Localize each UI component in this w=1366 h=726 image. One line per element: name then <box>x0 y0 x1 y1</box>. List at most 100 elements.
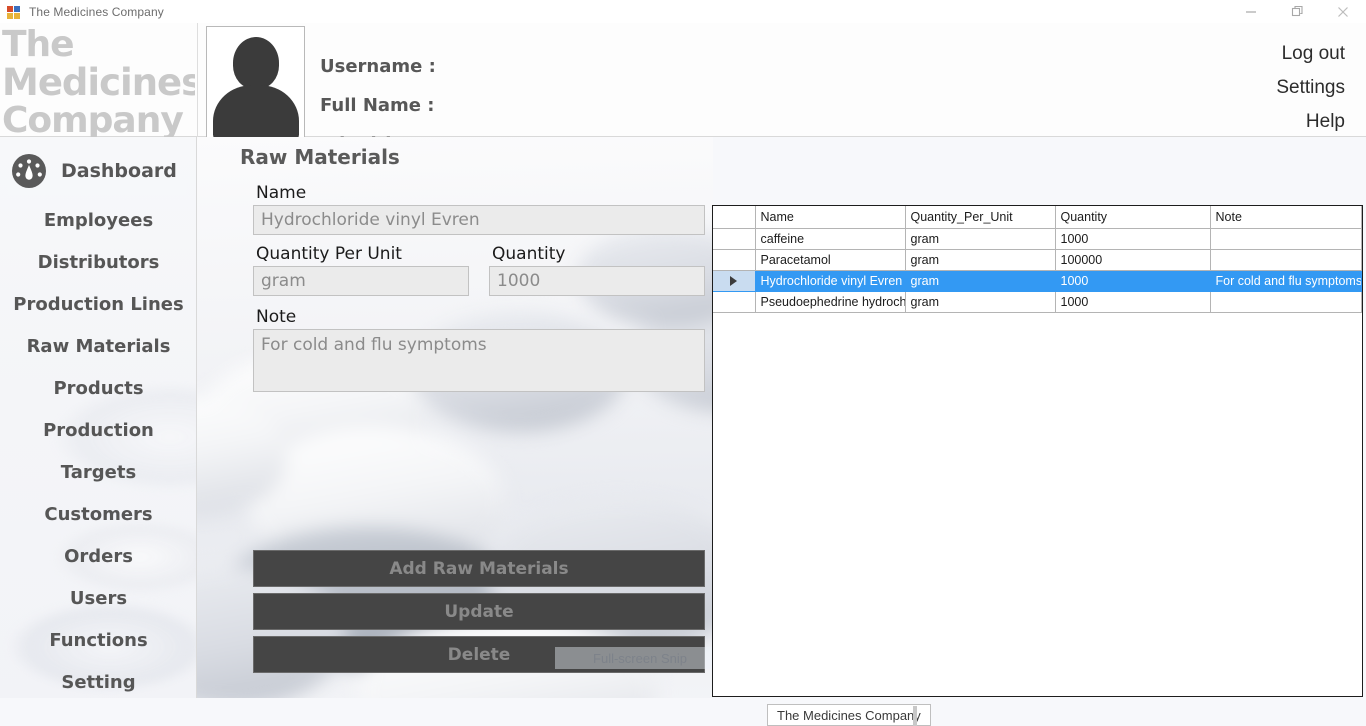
sidebar-item-label: Users <box>69 587 128 609</box>
sidebar-item-label: Distributors <box>37 251 160 273</box>
name-label: Name <box>256 183 307 203</box>
button-label: Delete <box>447 644 511 665</box>
sidebar-item-users[interactable]: Users <box>0 577 196 619</box>
cell-name[interactable]: Pseudoephedrine hydrochl… <box>754 290 906 313</box>
quantity-input[interactable] <box>489 266 705 296</box>
sidebar-item-employees[interactable]: Employees <box>0 199 196 241</box>
table-row[interactable]: caffeine gram 1000 <box>713 227 1362 250</box>
sidebar-item-label: Customers <box>44 503 153 525</box>
logo-line-3: Company <box>2 100 184 141</box>
quantity-label: Quantity <box>492 244 566 264</box>
table-row[interactable]: Paracetamol gram 100000 <box>713 248 1362 271</box>
company-logo: The Medicines Company <box>2 26 195 154</box>
update-button[interactable]: Update <box>253 593 705 630</box>
sidebar-item-label: Setting <box>61 671 136 693</box>
sidebar-item-raw-materials[interactable]: Raw Materials <box>0 325 196 367</box>
sidebar-menu-list: Employees Distributors Production Lines … <box>0 199 196 703</box>
help-link[interactable]: Help <box>1276 105 1345 139</box>
application-window: The Medicines Company The Medicines Comp… <box>0 0 1366 726</box>
sidebar-item-distributors[interactable]: Distributors <box>0 241 196 283</box>
current-row-arrow-icon <box>730 276 738 287</box>
sidebar-item-setting[interactable]: Setting <box>0 661 196 703</box>
sidebar-item-label: Products <box>53 377 144 399</box>
cell-quantity[interactable]: 1000 <box>1054 227 1211 250</box>
cell-quantity-per-unit[interactable]: gram <box>904 290 1056 313</box>
logout-link[interactable]: Log out <box>1276 37 1345 71</box>
sidebar-item-orders[interactable]: Orders <box>0 535 196 577</box>
sidebar-item-label: Raw Materials <box>26 335 171 357</box>
app-window-icon <box>6 4 22 20</box>
column-header-note[interactable]: Note <box>1209 206 1362 229</box>
row-selector[interactable] <box>713 248 756 271</box>
column-header-name[interactable]: Name <box>754 206 906 229</box>
restore-button[interactable] <box>1274 0 1320 23</box>
sidebar-item-label: Orders <box>64 545 133 567</box>
header-menu: Log out Settings Help <box>1276 37 1345 139</box>
sidebar-item-label: Employees <box>43 209 154 231</box>
cell-quantity[interactable]: 1000 <box>1054 290 1211 313</box>
logo-line-1: The <box>2 26 75 65</box>
cell-quantity-per-unit[interactable]: gram <box>904 227 1056 250</box>
gauge-dashboard-icon <box>12 154 46 188</box>
settings-link[interactable]: Settings <box>1276 71 1345 105</box>
minimize-button[interactable] <box>1228 0 1274 23</box>
cell-quantity-per-unit[interactable]: gram <box>904 248 1056 271</box>
sidebar-item-customers[interactable]: Customers <box>0 493 196 535</box>
cell-name[interactable]: caffeine <box>754 227 906 250</box>
column-header-quantity[interactable]: Quantity <box>1054 206 1211 229</box>
sidebar-item-label: Targets <box>60 461 137 483</box>
user-avatar-icon <box>232 37 279 89</box>
table-row[interactable]: Pseudoephedrine hydrochl… gram 1000 <box>713 290 1362 313</box>
fullname-label: Full Name : <box>320 95 435 116</box>
sidebar-item-production-lines[interactable]: Production Lines <box>0 283 196 325</box>
cell-name[interactable]: Paracetamol <box>754 248 906 271</box>
taskbar-caret <box>913 706 917 726</box>
close-button[interactable] <box>1320 0 1366 23</box>
note-input[interactable] <box>253 329 705 392</box>
cell-note[interactable] <box>1209 227 1362 250</box>
row-selector[interactable] <box>713 290 756 313</box>
row-selector-header <box>713 206 756 229</box>
add-raw-materials-button[interactable]: Add Raw Materials <box>253 550 705 587</box>
sidebar-item-products[interactable]: Products <box>0 367 196 409</box>
logo-line-2: Medicines <box>2 61 195 104</box>
cell-note[interactable]: For cold and flu symptoms <box>1209 269 1362 292</box>
username-label: Username : <box>320 56 436 77</box>
header-divider <box>197 23 198 137</box>
button-label: Add Raw Materials <box>389 558 569 579</box>
name-input[interactable] <box>253 205 705 235</box>
sidebar-navigation: Dashboard Employees Distributors Product… <box>0 137 197 726</box>
grid-header-row: Name Quantity_Per_Unit Quantity Note <box>713 206 1362 229</box>
sidebar-item-label: Production Lines <box>13 293 184 315</box>
sidebar-item-functions[interactable]: Functions <box>0 619 196 661</box>
delete-button[interactable]: Delete <box>253 636 705 673</box>
row-selector[interactable] <box>713 227 756 250</box>
quantity-per-unit-input[interactable] <box>253 266 469 296</box>
cell-quantity-per-unit[interactable]: gram <box>904 269 1056 292</box>
cell-name[interactable]: Hydrochloride vinyl Evren <box>754 269 906 292</box>
cell-note[interactable] <box>1209 248 1362 271</box>
window-title: The Medicines Company <box>29 4 164 19</box>
raw-materials-grid[interactable]: Name Quantity_Per_Unit Quantity Note caf… <box>712 205 1363 697</box>
avatar <box>206 26 305 140</box>
sidebar-item-targets[interactable]: Targets <box>0 451 196 493</box>
cell-quantity[interactable]: 1000 <box>1054 269 1211 292</box>
taskbar-tooltip: The Medicines Company <box>767 704 931 726</box>
row-selector[interactable] <box>713 269 756 292</box>
sidebar-item-label: Functions <box>49 629 148 651</box>
sidebar-item-label: Production <box>43 419 154 441</box>
table-row-selected[interactable]: Hydrochloride vinyl Evren gram 1000 For … <box>713 269 1362 292</box>
button-label: Update <box>444 601 514 622</box>
sidebar-item-label: Dashboard <box>61 160 177 182</box>
cell-note[interactable] <box>1209 290 1362 313</box>
title-bar: The Medicines Company <box>0 0 1366 23</box>
cell-quantity[interactable]: 100000 <box>1054 248 1211 271</box>
quantity-per-unit-label: Quantity Per Unit <box>256 244 402 264</box>
page-title: Raw Materials <box>240 145 400 169</box>
sidebar-item-dashboard[interactable]: Dashboard <box>8 147 186 195</box>
bottom-strip <box>0 698 1366 726</box>
note-label: Note <box>256 307 297 327</box>
sidebar-item-production[interactable]: Production <box>0 409 196 451</box>
column-header-quantity-per-unit[interactable]: Quantity_Per_Unit <box>904 206 1056 229</box>
app-header: The Medicines Company Username : Full Na… <box>0 23 1366 155</box>
